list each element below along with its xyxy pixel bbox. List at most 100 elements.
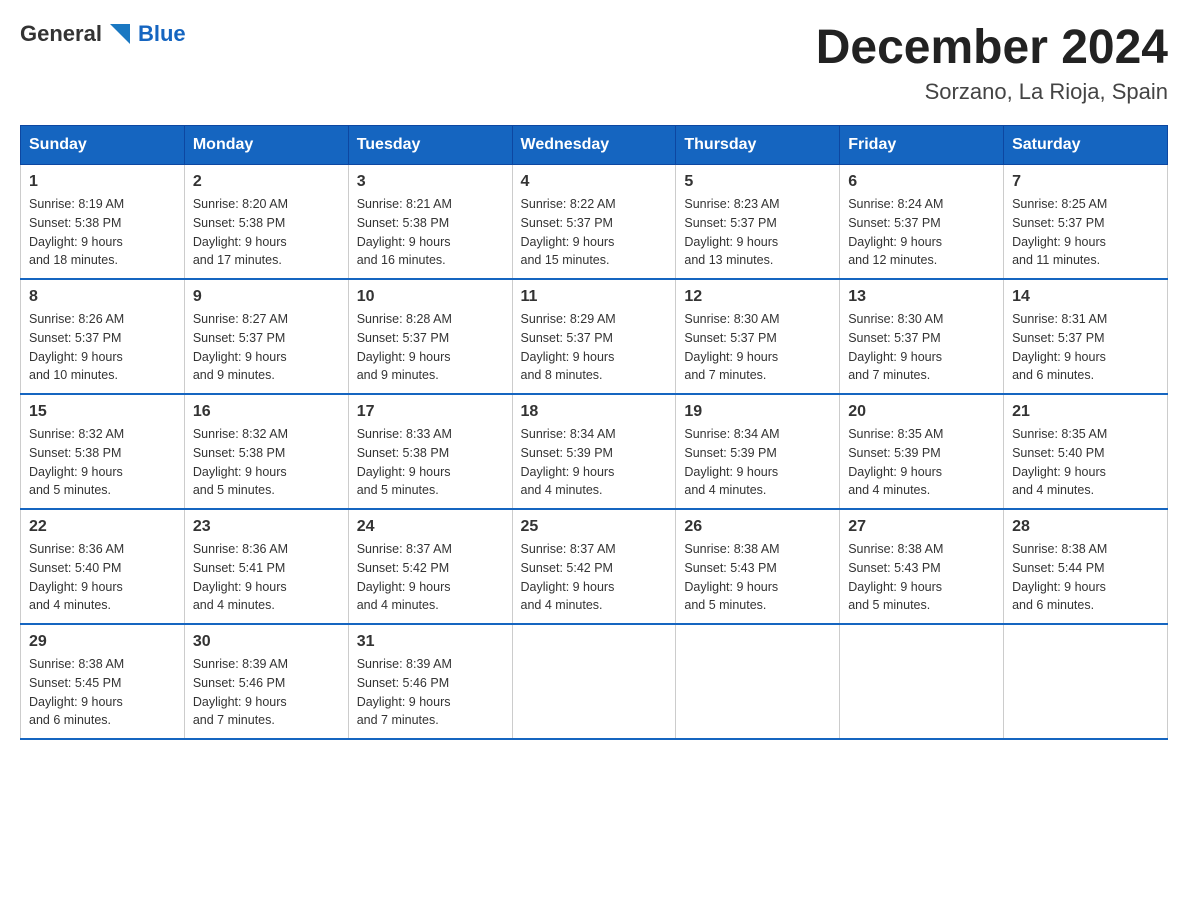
header-wednesday: Wednesday	[512, 126, 676, 165]
calendar-cell: 7Sunrise: 8:25 AMSunset: 5:37 PMDaylight…	[1004, 165, 1168, 280]
day-number: 6	[848, 173, 995, 191]
calendar-cell: 13 Sunrise: 8:30 AMSunset: 5:37 PMDayligh…	[840, 279, 1004, 394]
calendar-cell: 4Sunrise: 8:22 AMSunset: 5:37 PMDaylight…	[512, 165, 676, 280]
day-number: 2	[193, 173, 340, 191]
day-number: 13	[848, 288, 995, 306]
logo: General Blue	[20, 20, 186, 48]
day-info: Sunrise: 8:29 AMSunset: 5:37 PMDaylight:…	[521, 310, 668, 385]
calendar-week-4: 22 Sunrise: 8:36 AMSunset: 5:40 PMDayligh…	[21, 509, 1168, 624]
day-info: Sunrise: 8:34 AMSunset: 5:39 PMDaylight:…	[684, 425, 831, 500]
calendar-cell: 27 Sunrise: 8:38 AMSunset: 5:43 PMDayligh…	[840, 509, 1004, 624]
calendar-cell: 21 Sunrise: 8:35 AMSunset: 5:40 PMDayligh…	[1004, 394, 1168, 509]
calendar-cell: 15Sunrise: 8:32 AMSunset: 5:38 PMDayligh…	[21, 394, 185, 509]
day-info: Sunrise: 8:23 AMSunset: 5:37 PMDaylight:…	[684, 195, 831, 270]
day-number: 15	[29, 403, 176, 421]
day-number: 21	[1012, 403, 1159, 421]
header-tuesday: Tuesday	[348, 126, 512, 165]
page-header: General Blue December 2024 Sorzano, La R…	[20, 20, 1168, 105]
calendar-cell: 10 Sunrise: 8:28 AMSunset: 5:37 PMDayligh…	[348, 279, 512, 394]
day-number: 22	[29, 518, 176, 536]
calendar-cell	[512, 624, 676, 739]
calendar-week-3: 15 Sunrise: 8:32 AMSunset: 5:38 PMDayligh…	[21, 394, 1168, 509]
calendar-table: SundayMondayTuesdayWednesdayThursdayFrid…	[20, 125, 1168, 740]
calendar-cell: 30 Sunrise: 8:39 AMSunset: 5:46 PMDayligh…	[184, 624, 348, 739]
day-info: Sunrise: 8:35 AMSunset: 5:39 PMDaylight:…	[848, 425, 995, 500]
calendar-body: 1 Sunrise: 8:19 AMSunset: 5:38 PMDaylight…	[21, 165, 1168, 740]
day-number: 30	[193, 633, 340, 651]
day-info: Sunrise: 8:38 AMSunset: 5:44 PMDaylight:…	[1012, 540, 1159, 615]
day-number: 26	[684, 518, 831, 536]
day-number: 16	[193, 403, 340, 421]
day-number: 31	[357, 633, 504, 651]
calendar-cell: 28Sunrise: 8:38 AMSunset: 5:44 PMDayligh…	[1004, 509, 1168, 624]
calendar-cell: 17Sunrise: 8:33 AMSunset: 5:38 PMDayligh…	[348, 394, 512, 509]
day-number: 29	[29, 633, 176, 651]
day-info: Sunrise: 8:26 AMSunset: 5:37 PMDaylight:…	[29, 310, 176, 385]
day-number: 5	[684, 173, 831, 191]
calendar-cell: 6 Sunrise: 8:24 AMSunset: 5:37 PMDaylight…	[840, 165, 1004, 280]
calendar-header-row: SundayMondayTuesdayWednesdayThursdayFrid…	[21, 126, 1168, 165]
calendar-cell: 25 Sunrise: 8:37 AMSunset: 5:42 PMDayligh…	[512, 509, 676, 624]
day-info: Sunrise: 8:21 AMSunset: 5:38 PMDaylight:…	[357, 195, 504, 270]
calendar-cell: 12Sunrise: 8:30 AMSunset: 5:37 PMDayligh…	[676, 279, 840, 394]
calendar-cell: 20Sunrise: 8:35 AMSunset: 5:39 PMDayligh…	[840, 394, 1004, 509]
calendar-cell: 22 Sunrise: 8:36 AMSunset: 5:40 PMDayligh…	[21, 509, 185, 624]
calendar-cell: 29 Sunrise: 8:38 AMSunset: 5:45 PMDayligh…	[21, 624, 185, 739]
day-number: 17	[357, 403, 504, 421]
day-info: Sunrise: 8:31 AMSunset: 5:37 PMDaylight:…	[1012, 310, 1159, 385]
day-info: Sunrise: 8:36 AMSunset: 5:40 PMDaylight:…	[29, 540, 176, 615]
day-info: Sunrise: 8:35 AMSunset: 5:40 PMDaylight:…	[1012, 425, 1159, 500]
day-number: 23	[193, 518, 340, 536]
location-title: Sorzano, La Rioja, Spain	[816, 79, 1168, 105]
calendar-cell: 2 Sunrise: 8:20 AMSunset: 5:38 PMDaylight…	[184, 165, 348, 280]
day-info: Sunrise: 8:27 AMSunset: 5:37 PMDaylight:…	[193, 310, 340, 385]
calendar-cell: 11 Sunrise: 8:29 AMSunset: 5:37 PMDayligh…	[512, 279, 676, 394]
day-info: Sunrise: 8:19 AMSunset: 5:38 PMDaylight:…	[29, 195, 176, 270]
calendar-week-5: 29 Sunrise: 8:38 AMSunset: 5:45 PMDayligh…	[21, 624, 1168, 739]
day-number: 9	[193, 288, 340, 306]
calendar-week-1: 1 Sunrise: 8:19 AMSunset: 5:38 PMDaylight…	[21, 165, 1168, 280]
day-number: 7	[1012, 173, 1159, 191]
day-info: Sunrise: 8:32 AMSunset: 5:38 PMDaylight:…	[193, 425, 340, 500]
day-info: Sunrise: 8:36 AMSunset: 5:41 PMDaylight:…	[193, 540, 340, 615]
day-number: 11	[521, 288, 668, 306]
header-thursday: Thursday	[676, 126, 840, 165]
day-info: Sunrise: 8:28 AMSunset: 5:37 PMDaylight:…	[357, 310, 504, 385]
day-info: Sunrise: 8:39 AMSunset: 5:46 PMDaylight:…	[193, 655, 340, 730]
logo-general: General	[20, 21, 102, 47]
calendar-cell: 16 Sunrise: 8:32 AMSunset: 5:38 PMDayligh…	[184, 394, 348, 509]
day-number: 27	[848, 518, 995, 536]
calendar-cell: 3Sunrise: 8:21 AMSunset: 5:38 PMDaylight…	[348, 165, 512, 280]
day-info: Sunrise: 8:34 AMSunset: 5:39 PMDaylight:…	[521, 425, 668, 500]
logo-blue: Blue	[138, 21, 186, 47]
month-title: December 2024	[816, 20, 1168, 75]
day-info: Sunrise: 8:39 AMSunset: 5:46 PMDaylight:…	[357, 655, 504, 730]
calendar-cell: 18Sunrise: 8:34 AMSunset: 5:39 PMDayligh…	[512, 394, 676, 509]
day-number: 4	[521, 173, 668, 191]
day-info: Sunrise: 8:37 AMSunset: 5:42 PMDaylight:…	[521, 540, 668, 615]
day-number: 10	[357, 288, 504, 306]
calendar-cell: 8 Sunrise: 8:26 AMSunset: 5:37 PMDaylight…	[21, 279, 185, 394]
calendar-week-2: 8 Sunrise: 8:26 AMSunset: 5:37 PMDaylight…	[21, 279, 1168, 394]
day-number: 25	[521, 518, 668, 536]
title-block: December 2024 Sorzano, La Rioja, Spain	[816, 20, 1168, 105]
day-number: 1	[29, 173, 176, 191]
day-info: Sunrise: 8:30 AMSunset: 5:37 PMDaylight:…	[684, 310, 831, 385]
day-info: Sunrise: 8:30 AMSunset: 5:37 PMDaylight:…	[848, 310, 995, 385]
day-info: Sunrise: 8:24 AMSunset: 5:37 PMDaylight:…	[848, 195, 995, 270]
day-info: Sunrise: 8:38 AMSunset: 5:43 PMDaylight:…	[848, 540, 995, 615]
day-number: 8	[29, 288, 176, 306]
calendar-cell: 24Sunrise: 8:37 AMSunset: 5:42 PMDayligh…	[348, 509, 512, 624]
day-info: Sunrise: 8:20 AMSunset: 5:38 PMDaylight:…	[193, 195, 340, 270]
calendar-cell	[1004, 624, 1168, 739]
header-friday: Friday	[840, 126, 1004, 165]
day-info: Sunrise: 8:38 AMSunset: 5:45 PMDaylight:…	[29, 655, 176, 730]
calendar-cell: 5 Sunrise: 8:23 AMSunset: 5:37 PMDaylight…	[676, 165, 840, 280]
calendar-cell: 19 Sunrise: 8:34 AMSunset: 5:39 PMDayligh…	[676, 394, 840, 509]
day-info: Sunrise: 8:37 AMSunset: 5:42 PMDaylight:…	[357, 540, 504, 615]
day-info: Sunrise: 8:38 AMSunset: 5:43 PMDaylight:…	[684, 540, 831, 615]
calendar-cell: 23 Sunrise: 8:36 AMSunset: 5:41 PMDayligh…	[184, 509, 348, 624]
calendar-cell: 26 Sunrise: 8:38 AMSunset: 5:43 PMDayligh…	[676, 509, 840, 624]
day-number: 19	[684, 403, 831, 421]
calendar-cell: 9 Sunrise: 8:27 AMSunset: 5:37 PMDaylight…	[184, 279, 348, 394]
